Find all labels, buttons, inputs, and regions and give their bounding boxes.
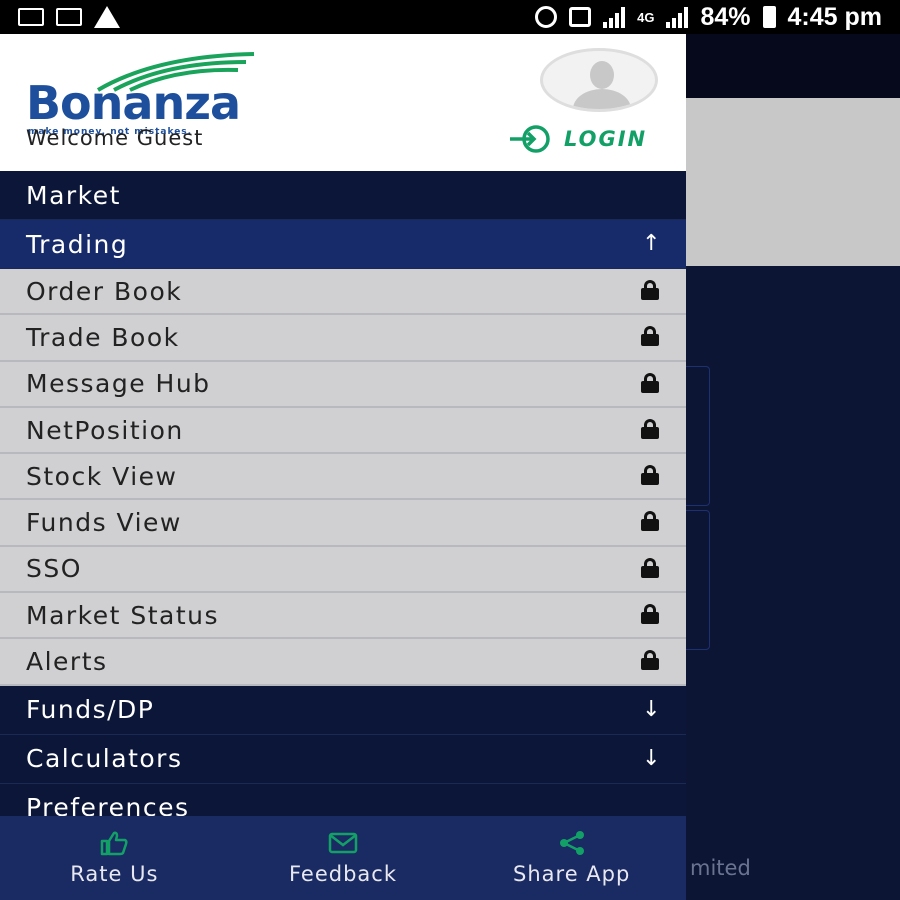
menu-trading-label: Trading xyxy=(26,229,129,259)
lock-icon xyxy=(640,280,660,300)
notification-icon xyxy=(569,7,592,27)
menu-calculators-label: Calculators xyxy=(26,744,183,774)
arrow-up-icon: ↑ xyxy=(642,231,662,256)
arrow-down-icon: ↓ xyxy=(642,696,662,722)
network-type-label: 4G xyxy=(637,9,655,25)
bonanza-logo: Bonanza make money, not mistakes. xyxy=(26,52,306,137)
alarm-icon xyxy=(535,6,558,28)
battery-icon xyxy=(762,6,776,28)
submenu-alerts[interactable]: Alerts xyxy=(0,639,686,686)
rate-us-label: Rate Us xyxy=(70,862,159,886)
envelope-icon xyxy=(328,832,358,854)
menu-calculators[interactable]: Calculators ↓ xyxy=(0,734,686,784)
submenu-stock-view[interactable]: Stock View xyxy=(0,454,686,501)
login-button[interactable]: LOGIN xyxy=(508,124,647,154)
lock-icon xyxy=(640,418,660,439)
feedback-label: Feedback xyxy=(289,862,398,886)
menu-funds-dp-label: Funds/DP xyxy=(26,695,155,725)
avatar[interactable] xyxy=(540,48,658,112)
background-toolbar xyxy=(686,34,900,98)
share-app-button[interactable]: Share App xyxy=(457,816,686,900)
submenu-funds-view[interactable]: Funds View xyxy=(0,500,686,547)
lock-icon xyxy=(640,326,660,347)
submenu-label: Message Hub xyxy=(26,369,211,399)
lock-icon xyxy=(640,557,660,578)
welcome-text: Welcome Guest xyxy=(26,126,204,150)
rate-us-button[interactable]: Rate Us xyxy=(0,816,229,900)
background-app: mited xyxy=(656,34,900,900)
submenu-label: Alerts xyxy=(26,647,108,677)
background-footer-text: mited xyxy=(690,856,751,880)
submenu-label: Stock View xyxy=(26,461,178,491)
drawer-header: Bonanza make money, not mistakes. Welcom… xyxy=(0,34,686,171)
gallery-icon xyxy=(18,8,44,26)
clock: 4:45 pm xyxy=(787,2,882,31)
menu-market[interactable]: Market xyxy=(0,171,686,220)
submenu-message-hub[interactable]: Message Hub xyxy=(0,361,686,408)
login-label: LOGIN xyxy=(564,127,648,151)
submenu-label: Funds View xyxy=(26,508,182,538)
keyboard-icon xyxy=(56,8,82,26)
menu-funds-dp[interactable]: Funds/DP ↓ xyxy=(0,685,686,735)
menu-market-label: Market xyxy=(26,180,121,210)
lock-icon xyxy=(640,650,660,671)
feedback-button[interactable]: Feedback xyxy=(229,816,458,900)
lock-icon xyxy=(640,511,660,532)
battery-percent: 84% xyxy=(700,2,751,31)
submenu-label: Market Status xyxy=(26,600,220,630)
submenu-label: Order Book xyxy=(26,276,183,306)
background-banner xyxy=(686,98,900,266)
submenu-label: Trade Book xyxy=(26,322,180,352)
status-bar: 4G 84% 4:45 pm xyxy=(0,0,900,34)
avatar-body-icon xyxy=(573,89,631,109)
submenu-label: NetPosition xyxy=(26,415,184,445)
drawer-bottom-bar: Rate Us Feedback Share App xyxy=(0,816,686,900)
lock-icon xyxy=(640,604,660,625)
submenu-trade-book[interactable]: Trade Book xyxy=(0,315,686,362)
navigation-drawer: Bonanza make money, not mistakes. Welcom… xyxy=(0,34,686,900)
lock-icon xyxy=(640,372,660,393)
warning-icon xyxy=(94,6,120,28)
avatar-head-icon xyxy=(590,61,614,89)
logo-wordmark: Bonanza xyxy=(26,76,241,130)
thumbs-up-icon xyxy=(101,831,128,856)
signal-icon-2 xyxy=(666,6,689,28)
share-app-label: Share App xyxy=(513,862,631,886)
menu-trading[interactable]: Trading ↑ xyxy=(0,220,686,269)
submenu-order-book[interactable]: Order Book xyxy=(0,269,686,316)
share-icon xyxy=(559,831,584,855)
submenu-sso[interactable]: SSO xyxy=(0,546,686,594)
submenu-label: SSO xyxy=(26,554,82,584)
signal-icon xyxy=(603,6,626,28)
submenu-market-status[interactable]: Market Status xyxy=(0,593,686,640)
arrow-down-icon: ↓ xyxy=(642,745,662,771)
lock-icon xyxy=(640,465,660,486)
submenu-net-position[interactable]: NetPosition xyxy=(0,407,686,455)
login-icon xyxy=(510,125,550,153)
